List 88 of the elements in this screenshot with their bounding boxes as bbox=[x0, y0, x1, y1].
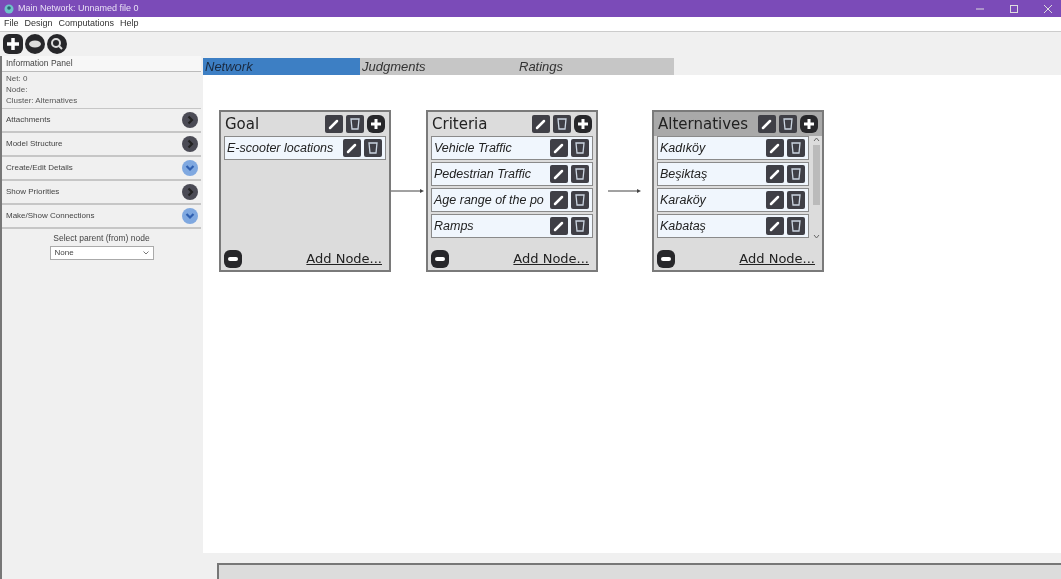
node-name: Vehicle Traffic bbox=[434, 139, 513, 157]
node-name: Karaköy bbox=[660, 191, 707, 209]
search-icon[interactable] bbox=[47, 34, 67, 54]
tab[interactable]: Judgments bbox=[360, 58, 517, 75]
trash-icon[interactable] bbox=[787, 165, 805, 183]
pencil-icon[interactable] bbox=[766, 165, 784, 183]
app-icon bbox=[4, 3, 14, 14]
cluster-title: Alternatives bbox=[658, 113, 750, 135]
pencil-icon[interactable] bbox=[766, 191, 784, 209]
add-node-link[interactable]: Add Node... bbox=[739, 249, 819, 269]
plus-icon[interactable] bbox=[3, 34, 23, 54]
pencil-icon[interactable] bbox=[758, 115, 776, 133]
pencil-icon[interactable] bbox=[766, 217, 784, 235]
menu-item[interactable]: Help bbox=[120, 17, 139, 31]
accordion-header[interactable]: Model Structure bbox=[2, 132, 201, 156]
pencil-icon[interactable] bbox=[766, 139, 784, 157]
node-row[interactable]: Vehicle Traffic bbox=[431, 136, 593, 160]
scrollbar[interactable] bbox=[812, 136, 821, 240]
accordion-header[interactable]: Attachments bbox=[2, 108, 201, 132]
chevron-right-icon[interactable] bbox=[182, 112, 198, 128]
node-name: E-scooter locations bbox=[227, 139, 335, 157]
info-line: Node: bbox=[6, 85, 29, 95]
panel-title: Information Panel bbox=[6, 57, 73, 70]
accordion-header[interactable]: Create/Edit Details bbox=[2, 156, 201, 180]
pencil-icon[interactable] bbox=[550, 139, 568, 157]
node-name: Kabataş bbox=[660, 217, 707, 235]
chevron-right-icon[interactable] bbox=[182, 184, 198, 200]
tab[interactable]: Network bbox=[203, 58, 360, 75]
node-row[interactable]: Age range of the po bbox=[431, 188, 593, 212]
add-node-link[interactable]: Add Node... bbox=[513, 249, 593, 269]
select-label: Select parent (from) node bbox=[53, 232, 150, 245]
node-row[interactable]: Kabataş bbox=[657, 214, 809, 238]
connection-arrow bbox=[608, 187, 642, 195]
node-name: Age range of the po bbox=[434, 191, 545, 209]
pencil-icon[interactable] bbox=[325, 115, 343, 133]
maximize-icon[interactable] bbox=[1009, 3, 1019, 14]
chevron-right-icon[interactable] bbox=[182, 136, 198, 152]
trash-icon[interactable] bbox=[779, 115, 797, 133]
parent-dropdown[interactable]: None bbox=[49, 245, 154, 260]
trash-icon[interactable] bbox=[787, 191, 805, 209]
minus-icon[interactable] bbox=[224, 250, 242, 268]
connection-arrow bbox=[391, 187, 425, 195]
accordion-header[interactable]: Show Priorities bbox=[2, 180, 201, 204]
pencil-icon[interactable] bbox=[550, 191, 568, 209]
trash-icon[interactable] bbox=[571, 217, 589, 235]
plus-icon[interactable] bbox=[367, 115, 385, 133]
info-line: Net: 0 bbox=[6, 74, 29, 84]
accordion-header[interactable]: Make/Show Connections bbox=[2, 204, 201, 228]
trash-icon[interactable] bbox=[346, 115, 364, 133]
add-node-link[interactable]: Add Node... bbox=[306, 249, 386, 269]
menu-item[interactable]: Computations bbox=[58, 17, 115, 31]
node-name: Kadıköy bbox=[660, 139, 707, 157]
trash-icon[interactable] bbox=[571, 139, 589, 157]
trash-icon[interactable] bbox=[787, 139, 805, 157]
pencil-icon[interactable] bbox=[532, 115, 550, 133]
caret-icon bbox=[142, 250, 149, 255]
tab[interactable]: Ratings bbox=[517, 58, 674, 75]
info-line: Cluster: Alternatives bbox=[6, 96, 79, 106]
node-row[interactable]: Karaköy bbox=[657, 188, 809, 212]
trash-icon[interactable] bbox=[571, 165, 589, 183]
trash-icon[interactable] bbox=[553, 115, 571, 133]
trash-icon[interactable] bbox=[571, 191, 589, 209]
node-row[interactable]: Ramps bbox=[431, 214, 593, 238]
plus-icon[interactable] bbox=[574, 115, 592, 133]
node-name: Ramps bbox=[434, 217, 475, 235]
node-row[interactable]: Pedestrian Traffic bbox=[431, 162, 593, 186]
node-name: Beşiktaş bbox=[660, 165, 709, 183]
menu-item[interactable]: File bbox=[4, 17, 19, 31]
pencil-icon[interactable] bbox=[550, 165, 568, 183]
eye-icon[interactable] bbox=[25, 34, 45, 54]
node-row[interactable]: Beşiktaş bbox=[657, 162, 809, 186]
minus-icon[interactable] bbox=[431, 250, 449, 268]
node-name: Pedestrian Traffic bbox=[434, 165, 533, 183]
cluster-title: Criteria bbox=[432, 113, 489, 135]
minus-icon[interactable] bbox=[657, 250, 675, 268]
window-title: Main Network: Unnamed file 0 bbox=[18, 1, 140, 15]
plus-icon[interactable] bbox=[800, 115, 818, 133]
pencil-icon[interactable] bbox=[343, 139, 361, 157]
chevron-down-icon[interactable] bbox=[182, 208, 198, 224]
close-icon[interactable] bbox=[1043, 3, 1053, 14]
trash-icon[interactable] bbox=[364, 139, 382, 157]
pencil-icon[interactable] bbox=[550, 217, 568, 235]
menu-item[interactable]: Design bbox=[24, 17, 53, 31]
node-row[interactable]: E-scooter locations bbox=[224, 136, 386, 160]
trash-icon[interactable] bbox=[787, 217, 805, 235]
cluster-title: Goal bbox=[225, 113, 261, 135]
chevron-down-icon[interactable] bbox=[182, 160, 198, 176]
node-row[interactable]: Kadıköy bbox=[657, 136, 809, 160]
